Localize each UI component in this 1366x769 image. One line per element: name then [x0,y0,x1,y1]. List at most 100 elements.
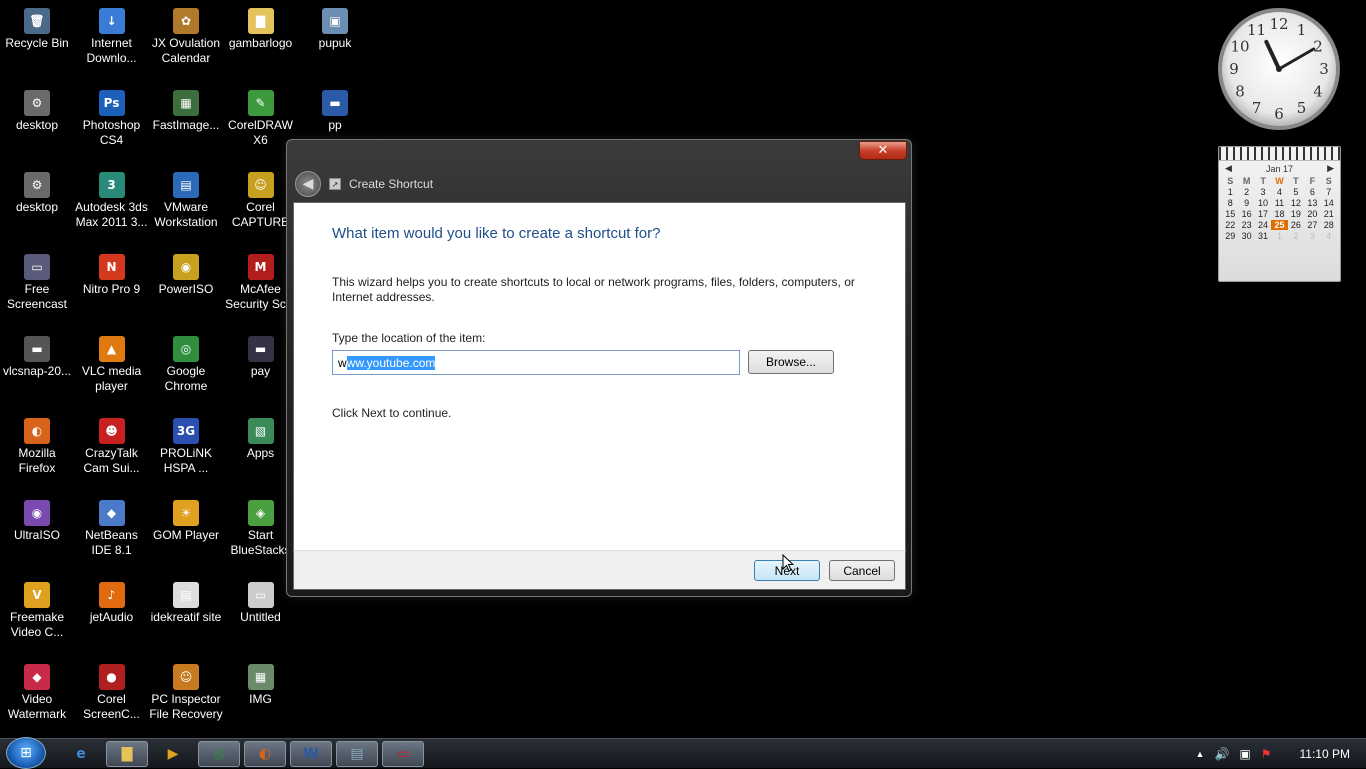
clock-gadget[interactable]: 12 12 3 45678 9 1011 [1216,6,1342,132]
desktop-icon[interactable]: ▇ gambarlogo [224,2,298,51]
calendar-next-icon[interactable]: ▶ [1327,163,1334,174]
desktop-icon[interactable]: ✿ JX Ovulation Calendar [149,2,223,66]
volume-icon[interactable]: 🔊 [1214,747,1229,761]
desktop-icon[interactable]: ⚙ desktop [0,166,74,215]
desktop-icon[interactable]: ☻ CrazyTalk Cam Sui... [75,412,149,476]
desktop-icon[interactable]: V Freemake Video C... [0,576,74,640]
calendar-day[interactable]: 5 [1288,187,1304,197]
desktop-icon[interactable]: ▣ pupuk [298,2,372,51]
calendar-day[interactable]: 8 [1222,198,1238,208]
desktop-icon-label: Video Watermark [7,692,67,721]
calendar-day[interactable]: 2 [1238,187,1254,197]
desktop-icon[interactable]: ▲ VLC media player [75,330,149,394]
calendar-day[interactable]: 16 [1238,209,1254,219]
calendar-day[interactable]: 17 [1255,209,1271,219]
clock-number: 8 [1235,83,1245,101]
calendar-day[interactable]: 28 [1321,220,1337,230]
calendar-day[interactable]: 26 [1288,220,1304,230]
desktop-icon[interactable]: ● Corel ScreenC... [75,658,149,722]
ie-taskbar-button[interactable]: e [60,741,102,767]
clock-number: 7 [1252,99,1262,117]
desktop-icon[interactable]: ▬ vlcsnap-20... [0,330,74,379]
calendar-day[interactable]: 14 [1321,198,1337,208]
location-input[interactable]: w ww.youtube.com [332,350,740,375]
firefox-taskbar-button[interactable]: ◐ [244,741,286,767]
calendar-day[interactable]: 27 [1304,220,1320,230]
chrome-taskbar-button[interactable]: ◎ [198,741,240,767]
action-center-icon[interactable]: ⚑ [1261,747,1272,761]
clock-time[interactable]: 11:10 PM [1300,747,1350,761]
calendar-day[interactable]: 29 [1222,231,1238,241]
desktop-icon-label: Recycle Bin [5,36,69,50]
desktop-icon[interactable]: ▬ pp [298,84,372,133]
calendar-day[interactable]: 12 [1288,198,1304,208]
calendar-day[interactable]: 19 [1288,209,1304,219]
notepad-taskbar-button[interactable]: ▤ [336,741,378,767]
desktop-icon[interactable]: ◉ PowerISO [149,248,223,297]
desktop-icon[interactable]: ✎ CorelDRAW X6 [224,84,298,148]
desktop-icon[interactable]: 3 Autodesk 3ds Max 2011 3... [75,166,149,230]
calendar-day[interactable]: 4 [1271,187,1287,197]
cancel-button[interactable]: Cancel [829,560,895,581]
desktop-icon[interactable]: 3G PROLiNK HSPA ... [149,412,223,476]
desktop-icon[interactable]: ◆ NetBeans IDE 8.1 [75,494,149,558]
calendar-day[interactable]: 3 [1304,231,1320,241]
desktop-icon[interactable]: ▦ FastImage... [149,84,223,133]
close-button[interactable]: ✕ [859,141,907,160]
calendar-day[interactable]: 11 [1271,198,1287,208]
calendar-day[interactable]: 1 [1271,231,1287,241]
calendar-day[interactable]: 6 [1304,187,1320,197]
calendar-day[interactable]: 20 [1304,209,1320,219]
calendar-day[interactable]: 23 [1238,220,1254,230]
word-taskbar-button[interactable]: W [290,741,332,767]
calendar-day[interactable]: 22 [1222,220,1238,230]
desktop-icon[interactable]: ▦ IMG [224,658,298,707]
calendar-day[interactable]: 3 [1255,187,1271,197]
dialog-description: This wizard helps you to create shortcut… [332,275,855,304]
show-hidden-icons-icon[interactable]: ▲ [1196,749,1205,759]
desktop-icon[interactable]: ▭ Free Screencast [0,248,74,312]
calendar-day[interactable]: 25 [1271,220,1288,230]
desktop-icon[interactable]: ◐ Mozilla Firefox [0,412,74,476]
calendar-day[interactable]: 4 [1321,231,1337,241]
desktop-icon[interactable]: ↓ Internet Downlo... [75,2,149,66]
desktop-icon[interactable]: N Nitro Pro 9 [75,248,149,297]
desktop-icon[interactable]: ▤ idekreatif site [149,576,223,625]
desktop-icon[interactable]: Ps Photoshop CS4 [75,84,149,148]
calendar-day[interactable]: 2 [1288,231,1304,241]
browse-button[interactable]: Browse... [748,350,834,374]
calendar-prev-icon[interactable]: ◀ [1225,163,1232,174]
calendar-day[interactable]: 9 [1238,198,1254,208]
desktop-icon[interactable]: ◆ Video Watermark [0,658,74,722]
calendar-day[interactable]: 13 [1304,198,1320,208]
calendar-day[interactable]: 15 [1222,209,1238,219]
calendar-gadget[interactable]: ◀ Jan 17 ▶ S M T W T F S 1 2 3 4 5 6 7 8 9 10 11 12 13 14 15 1… [1218,146,1341,282]
desktop-icon[interactable]: ☺ PC Inspector File Recovery [149,658,223,722]
desktop-icon[interactable]: ◉ UltraISO [0,494,74,543]
desktop-icon[interactable]: 🗑 Recycle Bin [0,2,74,51]
desktop-icon[interactable]: ⚙ desktop [0,84,74,133]
back-button[interactable]: ◀ [295,171,321,197]
windows-logo-icon: ⊞ [20,745,32,761]
desktop-icon[interactable]: ◎ Google Chrome [149,330,223,394]
desktop-icon[interactable]: ▤ VMware Workstation [149,166,223,230]
app-icon: M [247,254,274,280]
calendar-day[interactable]: 24 [1255,220,1271,230]
network-icon[interactable]: ▣ [1239,747,1250,761]
calendar-day[interactable]: 31 [1255,231,1271,241]
calendar-day[interactable]: 7 [1321,187,1337,197]
calendar-day[interactable]: 30 [1238,231,1254,241]
start-button[interactable]: ⊞ [6,737,46,769]
calendar-day[interactable]: 10 [1255,198,1271,208]
calendar-day[interactable]: 1 [1222,187,1238,197]
app-taskbar-button[interactable]: ▭ [382,741,424,767]
desktop-icon-label: pupuk [318,36,352,50]
calendar-day[interactable]: 18 [1271,209,1287,219]
explorer-taskbar-button[interactable]: ▇ [106,741,148,767]
desktop-icon-label: FastImage... [152,118,220,132]
calendar-day[interactable]: 21 [1321,209,1337,219]
media-player-taskbar-button[interactable]: ▶ [152,741,194,767]
calendar-weekday: S [1227,176,1234,186]
desktop-icon[interactable]: ♪ jetAudio [75,576,149,625]
desktop-icon[interactable]: ☀ GOM Player [149,494,223,543]
